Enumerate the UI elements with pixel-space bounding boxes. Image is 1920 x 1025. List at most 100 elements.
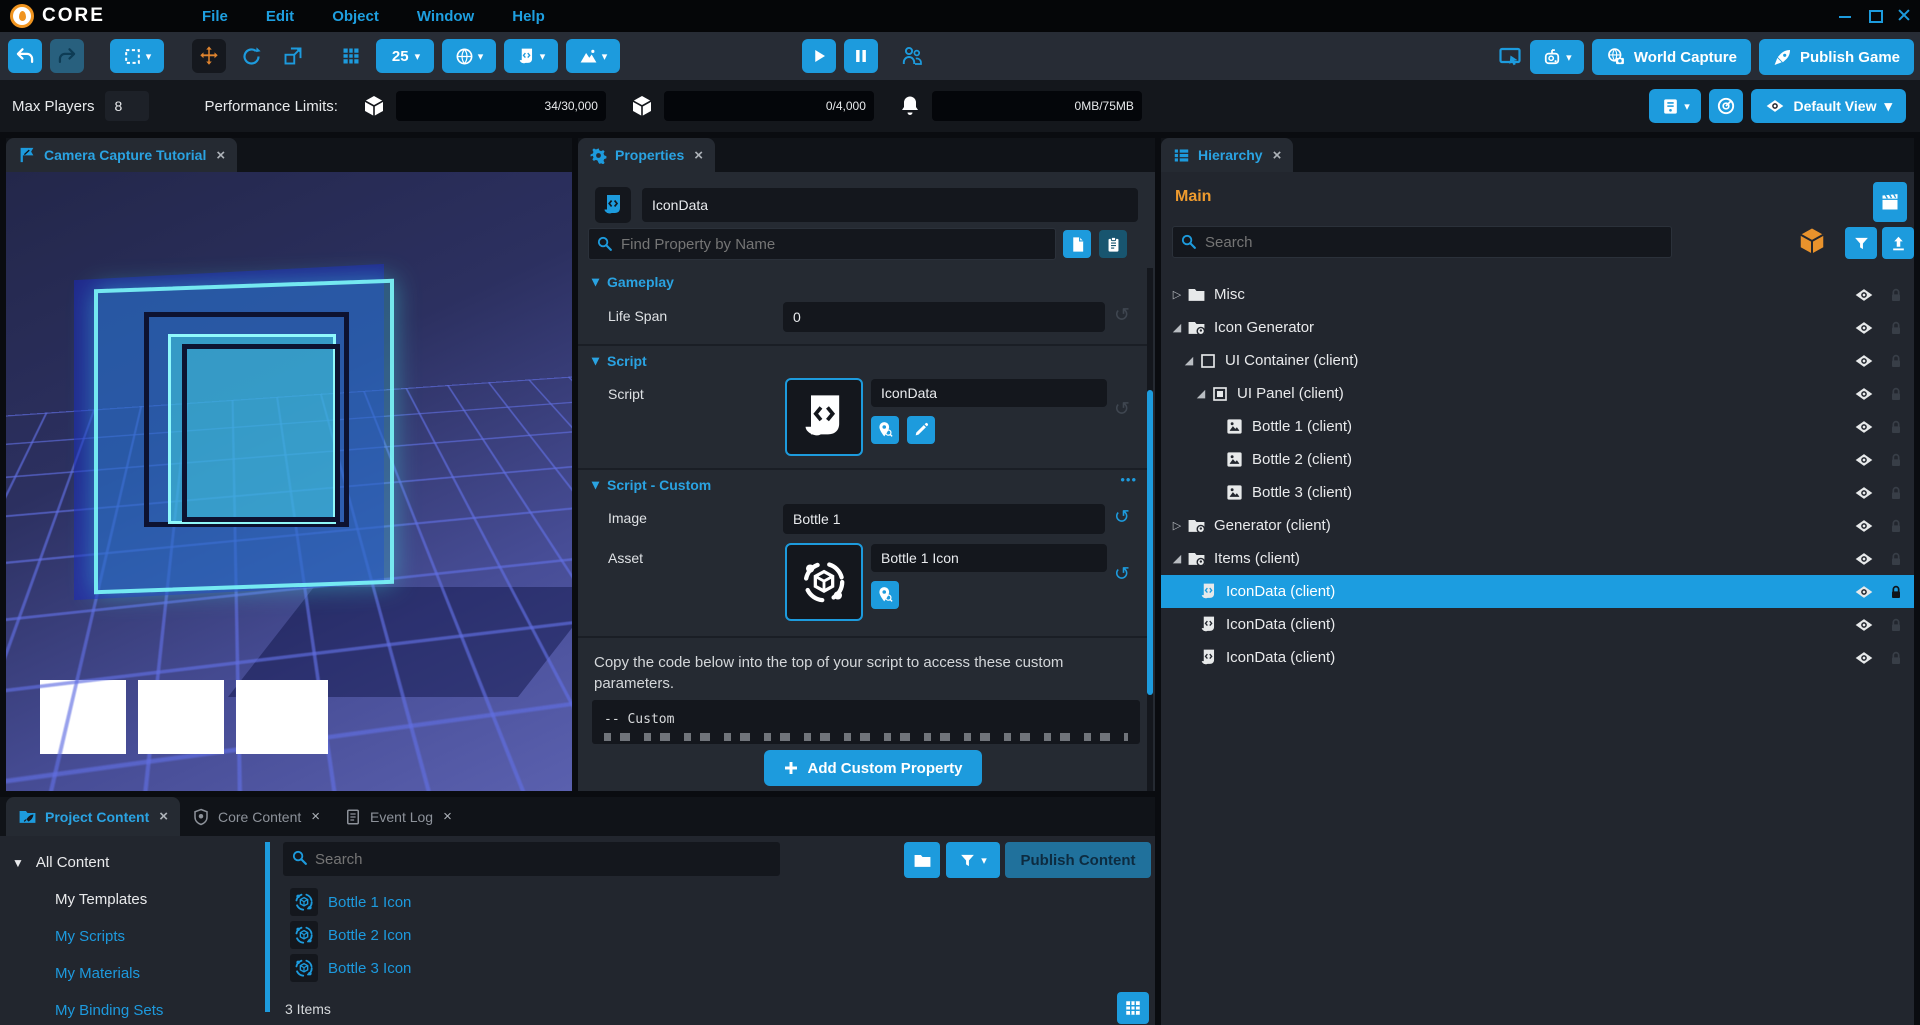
tab-core-content[interactable]: Core Content × — [180, 797, 332, 836]
tab-event-log[interactable]: Event Log × — [332, 797, 464, 836]
lock-icon[interactable] — [1888, 287, 1904, 303]
camera-bot-dropdown[interactable]: ▾ — [1530, 40, 1584, 74]
reset-script-icon[interactable]: ↺ — [1114, 398, 1130, 421]
grid-view-button[interactable] — [1117, 992, 1149, 1024]
terrain-dropdown[interactable]: ▾ — [566, 39, 620, 73]
asset-chip[interactable] — [785, 543, 863, 621]
lock-icon[interactable] — [1888, 518, 1904, 534]
visibility-eye-icon[interactable] — [1854, 582, 1874, 602]
maximize-icon[interactable] — [1868, 8, 1881, 21]
close-tab-icon[interactable]: × — [159, 808, 168, 825]
edit-script-button[interactable] — [907, 416, 935, 444]
tab-hierarchy[interactable]: Hierarchy × — [1161, 138, 1293, 172]
hierarchy-item[interactable]: Bottle 2 (client) — [1161, 443, 1914, 476]
expander-collapsed-icon[interactable]: ▷ — [1169, 288, 1185, 301]
hierarchy-item[interactable]: IconData (client) — [1161, 641, 1914, 674]
menu-file[interactable]: File — [190, 4, 240, 29]
sidebar-item-my-templates[interactable]: My Templates — [55, 891, 147, 908]
script-asset-chip[interactable] — [785, 378, 863, 456]
lock-icon[interactable] — [1888, 551, 1904, 567]
expander-expanded-icon[interactable]: ◢ — [1181, 354, 1197, 367]
lock-icon[interactable] — [1888, 386, 1904, 402]
selection-mode-dropdown[interactable]: ▾ — [110, 39, 164, 73]
section-menu-dots-icon[interactable]: ••• — [1120, 472, 1137, 487]
hierarchy-item[interactable]: ◢ Items (client) — [1161, 542, 1914, 575]
expander-expanded-icon[interactable]: ◢ — [1193, 387, 1209, 400]
find-property-input[interactable] — [588, 228, 1056, 260]
hierarchy-item[interactable]: IconData (client) — [1161, 608, 1914, 641]
close-tab-icon[interactable]: × — [443, 808, 452, 825]
find-asset-button[interactable] — [871, 581, 899, 609]
rotate-tool-button[interactable] — [234, 39, 268, 73]
expander-collapsed-icon[interactable]: ▷ — [1169, 519, 1185, 532]
expander-expanded-icon[interactable]: ◢ — [1169, 552, 1185, 565]
code-snippet-box[interactable]: -- Custom — [592, 700, 1140, 744]
close-window-icon[interactable] — [1897, 8, 1910, 21]
visibility-eye-icon[interactable] — [1854, 615, 1874, 635]
hierarchy-item[interactable]: ◢ Icon Generator — [1161, 311, 1914, 344]
world-capture-button[interactable]: World Capture — [1592, 39, 1751, 75]
life-span-input[interactable] — [783, 302, 1105, 332]
sidebar-item-my-scripts[interactable]: My Scripts — [55, 928, 125, 945]
tab-camera-capture-tutorial[interactable]: Camera Capture Tutorial × — [6, 138, 237, 172]
world-mode-dropdown[interactable]: ▾ — [442, 39, 496, 73]
visibility-eye-icon[interactable] — [1854, 384, 1874, 404]
close-tab-icon[interactable]: × — [694, 147, 703, 164]
browse-folder-button[interactable] — [904, 842, 940, 878]
expander-expanded-icon[interactable]: ◢ — [1169, 321, 1185, 334]
lock-icon[interactable] — [1888, 419, 1904, 435]
viewport-3d[interactable] — [6, 172, 572, 791]
lock-icon[interactable] — [1888, 584, 1904, 600]
minimize-icon[interactable] — [1839, 8, 1852, 21]
redo-button[interactable] — [50, 39, 84, 73]
sidebar-item-my-binding-sets[interactable]: My Binding Sets — [55, 1002, 163, 1019]
move-tool-button[interactable] — [192, 39, 226, 73]
grid-size-dropdown[interactable]: 25 ▾ — [376, 39, 434, 73]
content-search-input[interactable] — [283, 842, 780, 876]
script-value-field[interactable]: IconData — [871, 379, 1107, 407]
script-dropdown[interactable]: ▾ — [504, 39, 558, 73]
visibility-eye-icon[interactable] — [1854, 318, 1874, 338]
image-input[interactable] — [783, 504, 1105, 534]
reset-image-icon[interactable]: ↺ — [1114, 506, 1130, 529]
content-filter-dropdown[interactable]: ▾ — [946, 842, 1000, 878]
hierarchy-item[interactable]: ◢ UI Container (client) — [1161, 344, 1914, 377]
asset-value-field[interactable]: Bottle 1 Icon — [871, 544, 1107, 572]
sidebar-item-all-content[interactable]: ▼ All Content — [12, 854, 109, 871]
properties-scrollbar-thumb[interactable] — [1147, 390, 1153, 695]
visibility-eye-icon[interactable] — [1854, 483, 1874, 503]
reset-asset-icon[interactable]: ↺ — [1114, 563, 1130, 586]
menu-help[interactable]: Help — [500, 4, 557, 29]
lock-icon[interactable] — [1888, 452, 1904, 468]
tab-project-content[interactable]: Project Content × — [6, 797, 180, 836]
properties-scrollbar-track[interactable] — [1147, 268, 1153, 791]
content-item[interactable]: Bottle 3 Icon — [290, 954, 411, 982]
publish-content-button[interactable]: Publish Content — [1005, 842, 1151, 878]
multiplayer-preview-button[interactable] — [900, 44, 924, 68]
paste-properties-button[interactable] — [1099, 230, 1127, 258]
hierarchy-item-selected[interactable]: IconData (client) — [1161, 575, 1914, 608]
play-button[interactable] — [802, 39, 836, 73]
menu-object[interactable]: Object — [320, 4, 391, 29]
undo-button[interactable] — [8, 39, 42, 73]
add-custom-property-button[interactable]: Add Custom Property — [764, 750, 982, 786]
visibility-eye-icon[interactable] — [1854, 516, 1874, 536]
close-tab-icon[interactable]: × — [1273, 147, 1282, 164]
hierarchy-search-input[interactable] — [1172, 226, 1672, 258]
scale-tool-button[interactable] — [276, 39, 310, 73]
hierarchy-item[interactable]: ▷ Misc — [1161, 278, 1914, 311]
lock-icon[interactable] — [1888, 320, 1904, 336]
hierarchy-export-button[interactable] — [1882, 227, 1914, 259]
hierarchy-item[interactable]: ▷ Generator (client) — [1161, 509, 1914, 542]
visibility-eye-icon[interactable] — [1854, 648, 1874, 668]
screen-select-button[interactable] — [1498, 45, 1522, 69]
visibility-eye-icon[interactable] — [1854, 549, 1874, 569]
find-script-button[interactable] — [871, 416, 899, 444]
lock-icon[interactable] — [1888, 353, 1904, 369]
hierarchy-item[interactable]: ◢ UI Panel (client) — [1161, 377, 1914, 410]
pause-button[interactable] — [844, 39, 878, 73]
optimization-button[interactable] — [1709, 89, 1743, 123]
hierarchy-filter-button[interactable] — [1845, 227, 1877, 259]
lock-icon[interactable] — [1888, 485, 1904, 501]
section-script[interactable]: ▾ Script — [592, 352, 647, 369]
